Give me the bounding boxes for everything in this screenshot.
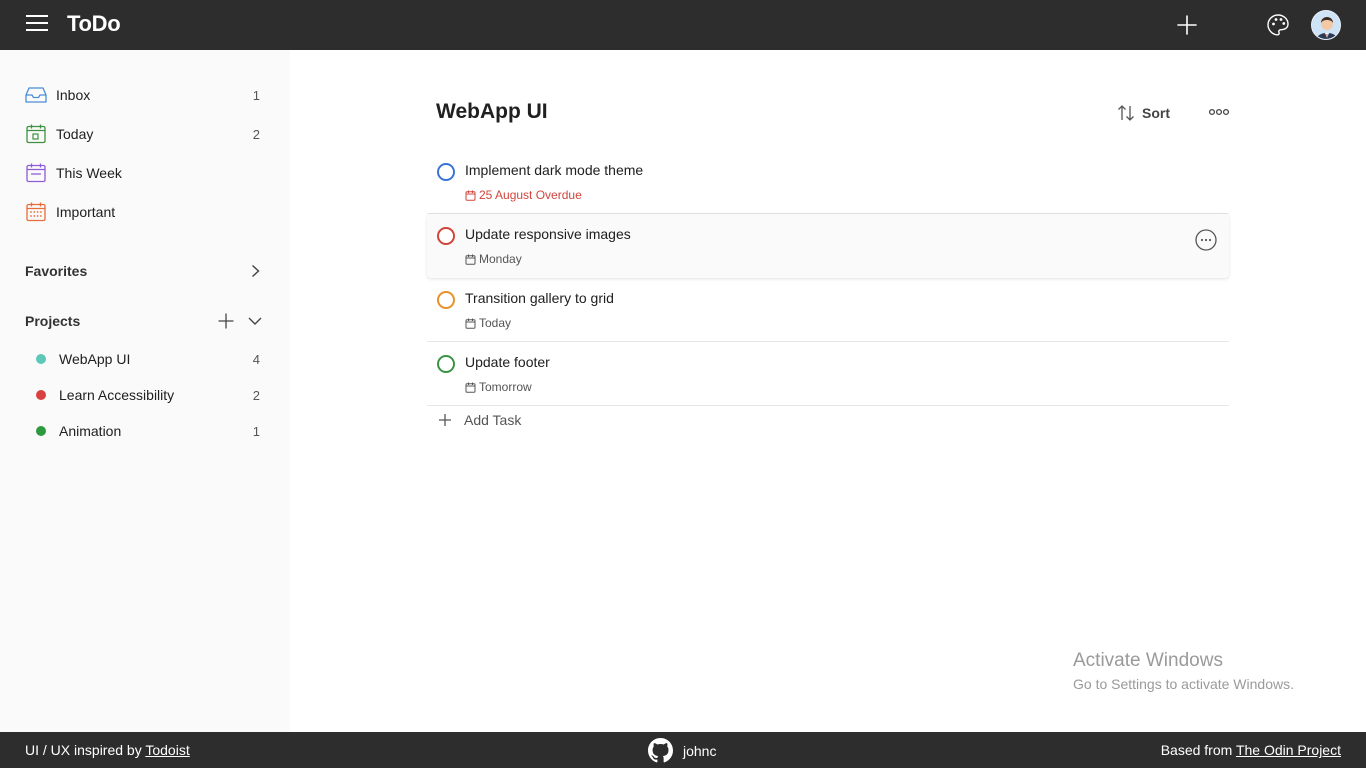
task-title[interactable]: Transition gallery to grid — [465, 290, 614, 306]
favorites-section[interactable]: Favorites — [25, 259, 265, 283]
calendar-icon — [465, 254, 476, 265]
chevron-down-icon[interactable] — [244, 310, 266, 332]
project-count: 1 — [252, 423, 260, 439]
sidebar-item-label: Today — [56, 126, 94, 142]
sort-button[interactable]: Sort — [1116, 102, 1170, 124]
project-color-dot — [36, 390, 46, 400]
project-color-dot — [36, 354, 46, 364]
footer: UI / UX inspired by Todoist johnc Based … — [0, 732, 1366, 768]
plus-icon — [439, 414, 451, 426]
project-item-learn-accessibility[interactable]: Learn Accessibility 2 — [36, 383, 264, 407]
avatar[interactable] — [1311, 10, 1341, 40]
add-project-icon[interactable] — [215, 310, 237, 332]
footer-github[interactable]: johnc — [648, 738, 716, 763]
task-title[interactable]: Update responsive images — [465, 226, 631, 242]
project-item-animation[interactable]: Animation 1 — [36, 419, 264, 443]
todoist-link[interactable]: Todoist — [145, 742, 189, 758]
project-label: Learn Accessibility — [59, 387, 175, 403]
sidebar-item-today[interactable]: Today 2 — [24, 120, 264, 148]
github-icon — [648, 738, 673, 763]
footer-credit-text: UI / UX inspired by — [25, 742, 146, 758]
calendar-important-icon — [24, 200, 48, 224]
projects-heading: Projects — [25, 313, 81, 329]
sidebar-item-label: Important — [56, 204, 116, 220]
footer-credit: UI / UX inspired by Todoist — [25, 742, 190, 758]
sort-icon — [1118, 105, 1134, 121]
task-due-text: Monday — [479, 252, 522, 266]
task-due-date: Monday — [465, 252, 522, 266]
sidebar-item-this-week[interactable]: This Week — [24, 159, 264, 187]
footer-based-text: Based from — [1160, 742, 1236, 758]
activate-windows-watermark: Activate Windows Go to Settings to activ… — [1073, 650, 1294, 692]
project-count: 2 — [252, 387, 260, 403]
palette-icon[interactable] — [1265, 12, 1291, 38]
calendar-today-icon — [24, 122, 48, 146]
task-checkbox[interactable] — [437, 291, 455, 309]
task-checkbox[interactable] — [437, 163, 455, 181]
watermark-subtitle: Go to Settings to activate Windows. — [1073, 676, 1294, 692]
chevron-right-icon[interactable] — [244, 260, 266, 282]
page-title: WebApp UI — [436, 100, 548, 123]
project-color-dot — [36, 426, 46, 436]
calendar-icon — [465, 190, 476, 201]
task-due-date: 25 August Overdue — [465, 188, 582, 202]
add-task-label: Add Task — [464, 412, 522, 428]
task-due-text: 25 August Overdue — [479, 188, 582, 202]
project-count: 4 — [252, 351, 260, 367]
task-title[interactable]: Update footer — [465, 354, 550, 370]
sidebar-item-count: 1 — [252, 87, 260, 103]
github-username: johnc — [683, 742, 717, 759]
more-options-icon[interactable] — [1208, 105, 1230, 119]
task-row[interactable]: Transition gallery to grid Today — [427, 278, 1229, 342]
task-checkbox[interactable] — [437, 227, 455, 245]
sidebar-item-label: Inbox — [56, 87, 91, 103]
task-options-icon[interactable] — [1195, 229, 1217, 251]
watermark-title: Activate Windows — [1073, 650, 1223, 671]
main-content: WebApp UI Sort Implement dark mode theme… — [290, 50, 1366, 732]
task-title[interactable]: Implement dark mode theme — [465, 162, 643, 178]
calendar-icon — [465, 318, 476, 329]
project-label: Animation — [59, 423, 122, 439]
project-label: WebApp UI — [59, 351, 131, 367]
task-row[interactable]: Update responsive images Monday — [427, 214, 1229, 278]
projects-section: Projects — [25, 309, 265, 333]
sidebar-item-inbox[interactable]: Inbox 1 — [24, 81, 264, 109]
menu-icon[interactable] — [26, 15, 48, 35]
app-logo: ToDo — [67, 11, 121, 36]
sidebar: Inbox 1 Today 2 This Week Important Favo… — [0, 50, 290, 732]
inbox-icon — [24, 83, 48, 107]
sort-label: Sort — [1142, 105, 1170, 121]
odin-project-link[interactable]: The Odin Project — [1236, 742, 1341, 758]
task-due-text: Tomorrow — [479, 380, 532, 394]
sidebar-item-important[interactable]: Important — [24, 198, 264, 226]
task-row[interactable]: Implement dark mode theme 25 August Over… — [427, 150, 1229, 214]
calendar-icon — [465, 382, 476, 393]
favorites-heading: Favorites — [25, 263, 88, 279]
calendar-week-icon — [24, 161, 48, 185]
add-task-button[interactable]: Add Task — [438, 412, 521, 428]
task-due-text: Today — [479, 316, 512, 330]
footer-based-from: Based from The Odin Project — [1161, 742, 1341, 758]
task-due-date: Today — [465, 316, 511, 330]
sidebar-item-count: 2 — [252, 126, 260, 142]
task-row[interactable]: Update footer Tomorrow — [427, 342, 1229, 406]
sidebar-item-label: This Week — [56, 165, 122, 181]
top-bar: ToDo — [0, 0, 1366, 50]
task-due-date: Tomorrow — [465, 380, 532, 394]
task-checkbox[interactable] — [437, 355, 455, 373]
add-task-icon[interactable] — [1176, 14, 1198, 36]
project-item-webapp-ui[interactable]: WebApp UI 4 — [36, 347, 264, 371]
